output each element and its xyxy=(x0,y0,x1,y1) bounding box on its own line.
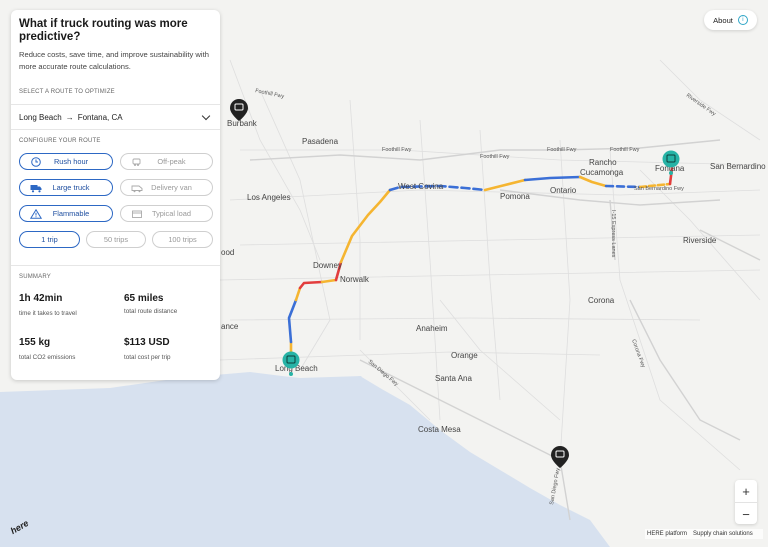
road-label: Foothill Fwy xyxy=(610,147,640,153)
trips-label: 50 trips xyxy=(103,235,129,244)
option-delivery-van[interactable]: Delivery van xyxy=(120,179,213,196)
chevron-down-icon xyxy=(201,111,211,120)
city-label: Burbank xyxy=(227,119,258,128)
here-platform-link[interactable]: HERE platform xyxy=(647,531,687,537)
divider xyxy=(11,265,220,266)
summary-time-label: time it takes to travel xyxy=(19,310,77,317)
summary-emissions-value: 155 kg xyxy=(19,337,51,348)
trips-1-button[interactable]: 1 trip xyxy=(19,231,80,248)
route-origin: Long Beach xyxy=(19,112,62,122)
box-icon xyxy=(132,210,142,218)
zoom-control: + − xyxy=(735,480,757,524)
city-label: Riverside xyxy=(683,236,717,245)
city-label: Costa Mesa xyxy=(418,425,461,434)
route-select-dropdown[interactable]: Long Beach → Fontana, CA xyxy=(11,104,220,130)
about-label: About xyxy=(713,15,733,25)
summary-time-value: 1h 42min xyxy=(19,293,63,304)
summary-distance-label: total route distance xyxy=(124,308,178,315)
summary-cost-label: total cost per trip xyxy=(124,354,171,361)
clock-icon xyxy=(31,157,41,167)
traffic-icon xyxy=(132,158,141,166)
option-rush-hour[interactable]: Rush hour xyxy=(19,153,113,170)
city-label: Los Angeles xyxy=(247,193,291,202)
warning-icon xyxy=(30,209,42,219)
truck-icon xyxy=(30,185,42,193)
city-label: Ontario xyxy=(550,186,577,195)
trips-100-button[interactable]: 100 trips xyxy=(152,231,213,248)
city-label: San Bernardino xyxy=(710,162,766,171)
city-label: Santa Ana xyxy=(435,374,472,383)
road-label: I-15 Express Lanes xyxy=(610,210,616,258)
configure-route-heading: CONFIGURE YOUR ROUTE xyxy=(19,138,101,144)
panel-description: Reduce costs, save time, and improve sus… xyxy=(19,50,209,71)
city-label: Downey xyxy=(313,261,342,270)
attribution: HERE platform Supply chain solutions xyxy=(645,529,763,539)
about-button[interactable]: About i xyxy=(704,10,757,30)
summary-emissions-label: total CO2 emissions xyxy=(19,354,76,361)
road-label: Foothill Fwy xyxy=(547,147,577,153)
road-label: San Bernardino Fwy xyxy=(634,186,684,192)
option-off-peak[interactable]: Off-peak xyxy=(120,153,213,170)
route-config-panel: What if truck routing was more predictiv… xyxy=(11,10,220,380)
city-label: West Covina xyxy=(398,182,444,191)
road-label: Foothill Fwy xyxy=(382,147,412,153)
van-icon xyxy=(131,185,143,193)
city-label: Rancho xyxy=(589,158,617,167)
zoom-out-button[interactable]: − xyxy=(735,503,757,525)
summary-heading: SUMMARY xyxy=(19,274,51,280)
city-label: Cucamonga xyxy=(580,168,624,177)
option-flammable[interactable]: Flammable xyxy=(19,205,113,222)
trips-label: 100 trips xyxy=(168,235,197,244)
city-label: Pasadena xyxy=(302,137,339,146)
city-label: ood xyxy=(221,248,234,257)
option-large-truck[interactable]: Large truck xyxy=(19,179,113,196)
summary-cost-value: $113 USD xyxy=(124,337,170,348)
panel-title: What if truck routing was more predictiv… xyxy=(19,18,188,43)
trips-label: 1 trip xyxy=(41,235,58,244)
supply-chain-link[interactable]: Supply chain solutions xyxy=(693,531,753,537)
route-destination: Fontana, CA xyxy=(77,112,123,122)
trips-50-button[interactable]: 50 trips xyxy=(86,231,146,248)
zoom-in-button[interactable]: + xyxy=(735,480,757,503)
city-label: ance xyxy=(221,322,239,331)
city-label: Corona xyxy=(588,296,615,305)
arrow-right-icon: → xyxy=(65,112,74,122)
summary-distance-value: 65 miles xyxy=(124,293,164,304)
option-typical-load[interactable]: Typical load xyxy=(120,205,213,222)
select-route-heading: SELECT A ROUTE TO OPTIMIZE xyxy=(19,89,115,95)
city-label: Orange xyxy=(451,351,478,360)
city-label: Pomona xyxy=(500,192,530,201)
city-label: Anaheim xyxy=(416,324,448,333)
road-label: Foothill Fwy xyxy=(480,154,510,160)
info-icon: i xyxy=(737,15,748,25)
city-label: Norwalk xyxy=(340,275,370,284)
